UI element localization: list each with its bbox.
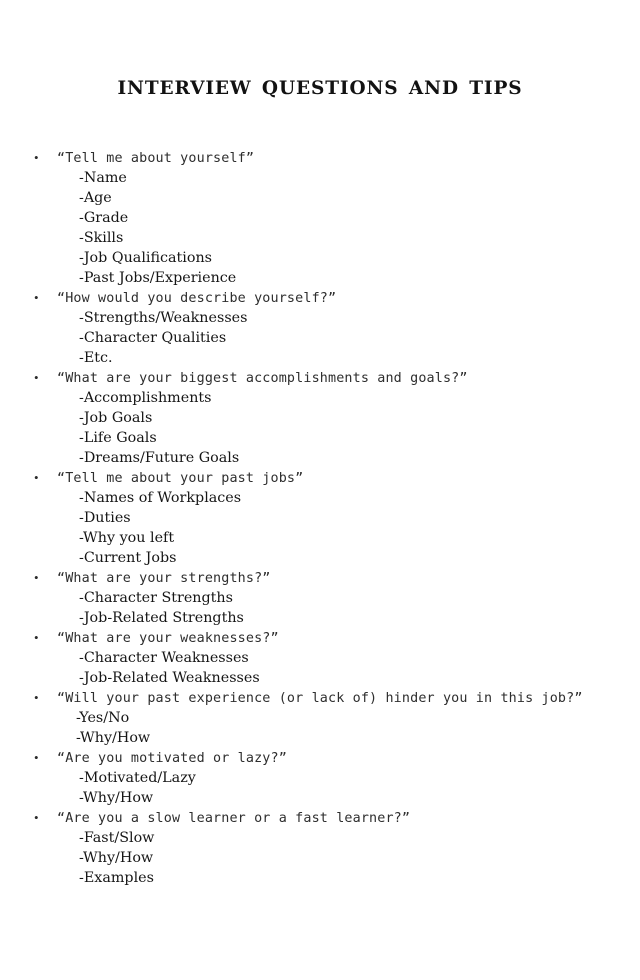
sub-item: -Examples xyxy=(79,870,154,886)
bullet-icon: • xyxy=(34,470,39,485)
question-item: • “What are your biggest accomplishments … xyxy=(0,368,640,388)
sub-item: -Character Qualities xyxy=(79,330,227,346)
bullet-icon: • xyxy=(34,630,39,645)
sub-item: -Why you left xyxy=(79,530,175,546)
sub-item: -Dreams/Future Goals xyxy=(79,450,240,466)
sub-item: -Yes/No xyxy=(76,710,130,726)
sub-item: -Name xyxy=(79,170,127,186)
question-item: • “What are your weaknesses?” xyxy=(0,628,640,648)
bullet-icon: • xyxy=(34,290,39,305)
sub-item: -Job-Related Weaknesses xyxy=(79,670,260,686)
question-text: “Tell me about your past jobs” xyxy=(57,471,304,486)
bullet-icon: • xyxy=(34,570,39,585)
bullet-icon: • xyxy=(34,750,39,765)
question-text: “How would you describe yourself?” xyxy=(57,291,337,306)
question-item: • “What are your strengths?” xyxy=(0,568,640,588)
sub-item: -Why/How xyxy=(79,790,154,806)
question-item: • “Will your past experience (or lack of)… xyxy=(0,688,640,708)
question-group: • “What are your biggest accomplishments … xyxy=(0,368,640,468)
bullet-icon: • xyxy=(34,690,39,705)
sub-item: -Grade xyxy=(79,210,129,226)
sub-item: -Character Weaknesses xyxy=(79,650,249,666)
sub-item: -Current Jobs xyxy=(79,550,177,566)
sub-item: -Fast/Slow xyxy=(79,830,155,846)
question-group: • “Tell me about yourself” -Name -Age -Grade… xyxy=(0,148,640,288)
question-group: • “What are your weaknesses?” -Character W… xyxy=(0,628,640,688)
question-group: • “How would you describe yourself?” -Stre… xyxy=(0,288,640,368)
page-title: INTERVIEW QUESTIONS AND TIPS xyxy=(117,78,523,99)
sub-item: -Skills xyxy=(79,230,124,246)
bullet-icon: • xyxy=(34,150,39,165)
sub-item: -Accomplishments xyxy=(79,390,212,406)
sub-item: -Age xyxy=(79,190,112,206)
bullet-icon: • xyxy=(34,810,39,825)
question-text: “Are you motivated or lazy?” xyxy=(57,751,287,766)
question-item: • “Tell me about your past jobs” xyxy=(0,468,640,488)
question-text: “What are your strengths?” xyxy=(57,571,271,586)
sub-item: -Why/How xyxy=(79,850,154,866)
interview-questions-list: • “Tell me about yourself” -Name -Age -Grade… xyxy=(0,148,640,888)
document-page: INTERVIEW QUESTIONS AND TIPS • “Tell me a… xyxy=(0,0,640,980)
sub-item: -Duties xyxy=(79,510,131,526)
question-text: “What are your weaknesses?” xyxy=(57,631,279,646)
sub-item: -Etc. xyxy=(79,350,113,366)
question-text: “Will your past experience (or lack of) … xyxy=(57,691,583,706)
sub-item: -Character Strengths xyxy=(79,590,233,606)
sub-item: -Job Qualifications xyxy=(79,250,213,266)
sub-item: -Job-Related Strengths xyxy=(79,610,244,626)
question-item: • “Are you motivated or lazy?” xyxy=(0,748,640,768)
question-text: “What are your biggest accomplishments a… xyxy=(57,371,468,386)
question-text: “Tell me about yourself” xyxy=(57,151,255,166)
sub-item: -Life Goals xyxy=(79,430,157,446)
question-text: “Are you a slow learner or a fast learne… xyxy=(57,811,411,826)
question-item: • “Tell me about yourself” xyxy=(0,148,640,168)
question-group: • “Will your past experience (or lack of)… xyxy=(0,688,640,748)
question-group: • “Are you a slow learner or a fast learn… xyxy=(0,808,640,888)
sub-item: -Motivated/Lazy xyxy=(79,770,196,786)
bullet-icon: • xyxy=(34,370,39,385)
sub-item: -Past Jobs/Experience xyxy=(79,270,237,286)
sub-item: -Names of Workplaces xyxy=(79,490,242,506)
sub-item: -Strengths/Weaknesses xyxy=(79,310,248,326)
question-item: • “How would you describe yourself?” xyxy=(0,288,640,308)
question-group: • “Tell me about your past jobs” -Names of… xyxy=(0,468,640,568)
question-item: • “Are you a slow learner or a fast learn… xyxy=(0,808,640,828)
question-group: • “What are your strengths?” -Character St… xyxy=(0,568,640,628)
sub-item: -Why/How xyxy=(76,730,151,746)
question-group: • “Are you motivated or lazy?” -Motivated/… xyxy=(0,748,640,808)
sub-item: -Job Goals xyxy=(79,410,153,426)
